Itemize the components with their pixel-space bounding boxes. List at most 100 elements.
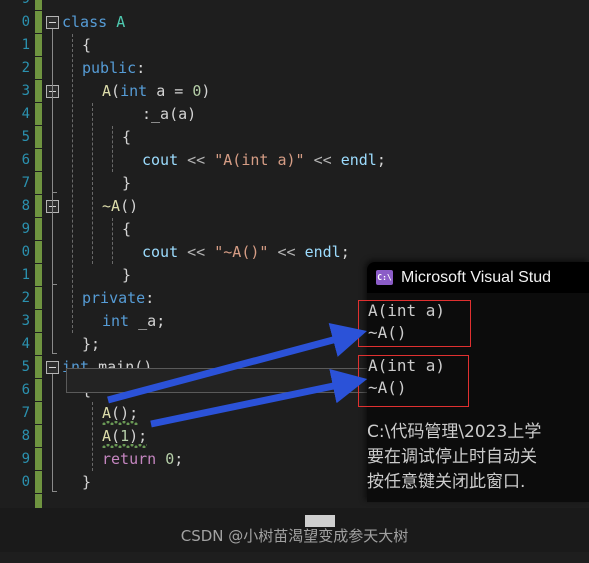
change-bar-segment: [35, 10, 42, 11]
line-number: 9: [21, 221, 30, 237]
change-bar-segment: [35, 263, 42, 264]
code-token: "~A()": [214, 243, 269, 261]
line-number: 7: [21, 405, 30, 421]
indent-guide: [72, 34, 73, 333]
code-token: ;: [129, 404, 139, 422]
code-token: _a: [138, 312, 157, 330]
code-token: A: [116, 13, 126, 31]
indent-guide: [112, 126, 113, 172]
console-cmd-icon: C:\: [376, 270, 393, 285]
console-title-bar[interactable]: C:\ Microsoft Visual Stud: [367, 262, 589, 293]
code-token: A: [102, 82, 112, 100]
code-line[interactable]: public:: [82, 57, 145, 80]
code-token: {: [122, 128, 132, 146]
change-bar-segment: [35, 493, 42, 494]
code-token: <<: [277, 243, 296, 261]
code-token: A: [102, 404, 112, 422]
code-token: a: [156, 82, 166, 100]
code-token: (: [111, 404, 121, 422]
change-bar-segment: [35, 332, 42, 333]
line-number: 3: [21, 83, 30, 99]
code-line[interactable]: A(int a = 0): [102, 80, 210, 103]
change-bar-segment: [35, 102, 42, 103]
code-token: (: [111, 427, 121, 445]
line-number: 2: [21, 60, 30, 76]
line-number: 0: [21, 14, 30, 30]
code-line[interactable]: class A: [62, 11, 125, 34]
code-token: a: [178, 105, 188, 123]
fold-region-line: [52, 98, 53, 192]
change-bar-segment: [35, 33, 42, 34]
line-number: 8: [21, 428, 30, 444]
change-bar-segment: [35, 217, 42, 218]
fold-region-end: [52, 192, 57, 193]
code-line[interactable]: }: [122, 172, 131, 195]
line-number: 5: [21, 129, 30, 145]
code-folding-margin[interactable]: [44, 0, 62, 552]
code-token: return: [102, 450, 157, 468]
code-token: ): [187, 105, 197, 123]
error-squiggle: [102, 444, 147, 448]
code-token: 1: [120, 427, 130, 445]
code-token: }: [82, 473, 92, 491]
code-line[interactable]: {: [82, 34, 91, 57]
line-number: 0: [21, 474, 30, 490]
line-number: 6: [21, 152, 30, 168]
line-number: 8: [21, 198, 30, 214]
highlight-box-second-call-output: [358, 355, 469, 407]
code-token: A: [102, 427, 112, 445]
code-line[interactable]: return 0;: [102, 448, 183, 471]
code-token: class: [62, 13, 108, 31]
fold-toggle-icon[interactable]: [46, 16, 59, 29]
code-line[interactable]: {: [122, 126, 131, 149]
error-squiggle: [102, 421, 138, 425]
code-line[interactable]: }: [82, 471, 91, 494]
code-line[interactable]: };: [82, 333, 100, 356]
fold-toggle-icon[interactable]: [46, 361, 59, 374]
line-number: 1: [21, 267, 30, 283]
code-token: ;: [376, 151, 386, 169]
code-token: ): [129, 427, 139, 445]
code-token: }: [82, 335, 92, 353]
fold-region-line: [52, 213, 53, 284]
code-line[interactable]: cout << "A(int a)" << endl;: [142, 149, 386, 172]
line-number: 9: [0, 0, 30, 11]
change-bar-segment: [35, 424, 42, 425]
change-bar-segment: [35, 125, 42, 126]
change-bar-segment: [35, 309, 42, 310]
code-line[interactable]: ~A(): [102, 195, 138, 218]
line-number: 6: [21, 382, 30, 398]
code-token: ~A: [102, 197, 121, 215]
code-token: ;: [91, 335, 101, 353]
code-line[interactable]: {: [122, 218, 131, 241]
code-token: private: [82, 289, 146, 307]
console-footer-line: 按任意键关闭此窗口.: [367, 472, 526, 492]
code-token: }: [122, 174, 132, 192]
code-token: 0: [192, 82, 202, 100]
change-tracking-bar: [35, 0, 42, 563]
code-token: :: [136, 59, 146, 77]
code-token: "A(int a)": [214, 151, 305, 169]
change-bar-segment: [35, 401, 42, 402]
code-line[interactable]: :_a(a): [142, 103, 196, 126]
code-token: endl: [340, 151, 377, 169]
change-bar-segment: [35, 171, 42, 172]
line-number: 3: [21, 313, 30, 329]
code-line[interactable]: int _a;: [102, 310, 165, 333]
code-line[interactable]: private:: [82, 287, 154, 310]
line-number: 7: [21, 175, 30, 191]
change-bar-segment: [35, 355, 42, 356]
code-line[interactable]: }: [122, 264, 131, 287]
line-number: 4: [21, 106, 30, 122]
fold-region-line: [52, 374, 53, 491]
code-token: int: [120, 82, 148, 100]
code-line[interactable]: cout << "~A()" << endl;: [142, 241, 350, 264]
